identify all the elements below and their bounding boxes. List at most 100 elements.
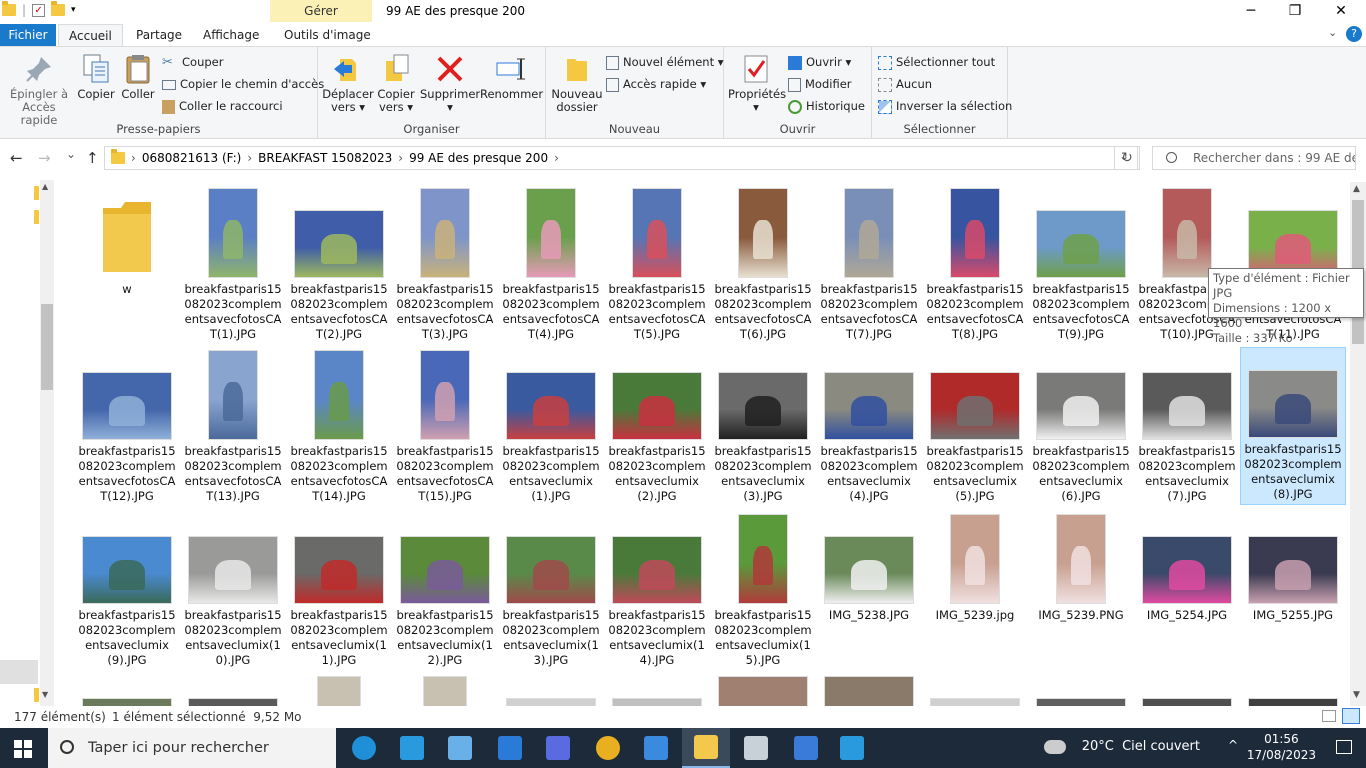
invert-selection-button[interactable]: Inverser la sélection <box>878 96 1012 116</box>
image-thumbnail-partial[interactable] <box>930 698 1020 706</box>
nav-pane-hscroll[interactable] <box>0 660 38 684</box>
select-none-button[interactable]: Aucun <box>878 74 932 94</box>
properties-icon[interactable]: ✓ <box>32 3 46 17</box>
folder-icon[interactable] <box>2 1 16 16</box>
image-thumbnail-partial[interactable] <box>82 698 172 706</box>
properties-button[interactable]: Propriétés ▾ <box>728 51 786 114</box>
tree-folder-icon[interactable] <box>34 210 39 224</box>
explorer-icon[interactable] <box>682 728 730 768</box>
file-item[interactable]: breakfastparis15082023complementsavecfot… <box>710 188 816 342</box>
address-bar[interactable]: › 0680821613 (F:) › BREAKFAST 15082023 ›… <box>104 146 1138 170</box>
file-item[interactable]: breakfastparis15082023complementsaveclum… <box>498 350 604 504</box>
file-item[interactable]: breakfastparis15082023complementsavecfot… <box>816 188 922 342</box>
scroll-down-icon[interactable]: ▼ <box>42 690 48 699</box>
files-icon[interactable] <box>436 728 484 768</box>
file-item[interactable]: breakfastparis15082023complementsaveclum… <box>710 350 816 504</box>
large-icons-view-icon[interactable] <box>1342 708 1360 724</box>
photos-icon[interactable] <box>782 728 830 768</box>
clock[interactable]: 01:56 17/08/2023 <box>1247 731 1316 763</box>
tab-affichage[interactable]: Affichage <box>193 24 269 46</box>
file-item[interactable]: IMG_5255.JPG <box>1240 514 1346 623</box>
file-item[interactable]: breakfastparis15082023complementsavecfot… <box>498 188 604 342</box>
photo-app-icon[interactable] <box>534 728 582 768</box>
image-thumbnail-partial[interactable] <box>317 676 361 706</box>
file-item[interactable]: breakfastparis15082023complementsaveclum… <box>498 514 604 668</box>
file-item[interactable]: breakfastparis15082023complementsavecfot… <box>180 188 286 342</box>
cortana-settings-icon[interactable] <box>388 728 436 768</box>
back-button[interactable]: ← <box>10 149 23 167</box>
paste-shortcut-button[interactable]: Coller le raccourci <box>162 96 283 116</box>
tab-partage[interactable]: Partage <box>126 24 192 46</box>
file-item[interactable]: IMG_5238.JPG <box>816 514 922 623</box>
pin-quick-access-button[interactable]: Épingler à Accès rapide <box>4 51 74 127</box>
breadcrumb-breakfast[interactable]: BREAKFAST 15082023 <box>258 147 392 169</box>
manage-context-tab[interactable]: Gérer <box>270 0 372 22</box>
image-thumbnail-partial[interactable] <box>824 676 914 706</box>
nav-pane-scroll-thumb[interactable] <box>41 304 53 390</box>
scroll-up-icon[interactable]: ▲ <box>42 182 48 191</box>
collapse-ribbon-icon[interactable]: ⌄ <box>1328 26 1337 39</box>
edit-button[interactable]: Modifier <box>788 74 852 94</box>
notepad-icon[interactable] <box>732 728 780 768</box>
weather-icon[interactable] <box>1044 740 1066 754</box>
nav-pane-scrollbar[interactable]: ▲ ▼ <box>40 180 54 706</box>
file-item[interactable]: breakfastparis15082023complementsavecfot… <box>922 188 1028 342</box>
rename-button[interactable]: Renommer <box>480 51 543 101</box>
file-item[interactable]: breakfastparis15082023complementsaveclum… <box>1134 350 1240 504</box>
image-thumbnail-partial[interactable] <box>423 676 467 706</box>
file-item[interactable]: breakfastparis15082023complementsaveclum… <box>604 350 710 504</box>
help-icon[interactable]: ? <box>1346 26 1362 42</box>
new-folder-button[interactable]: Nouveau dossier <box>550 51 604 114</box>
breadcrumb-current[interactable]: 99 AE des presque 200 <box>409 147 548 169</box>
file-item[interactable]: breakfastparis15082023complementsaveclum… <box>286 514 392 668</box>
image-thumbnail-partial[interactable] <box>612 698 702 706</box>
open-button[interactable]: Ouvrir ▾ <box>788 52 851 72</box>
image-thumbnail-partial[interactable] <box>1142 698 1232 706</box>
file-item[interactable]: breakfastparis15082023complementsaveclum… <box>922 350 1028 504</box>
easy-access-button[interactable]: Accès rapide ▾ <box>606 74 706 94</box>
image-thumbnail-partial[interactable] <box>188 698 278 706</box>
cut-button[interactable]: ✂ Couper <box>162 52 223 72</box>
tab-fichier[interactable]: Fichier <box>0 24 56 46</box>
file-item[interactable]: breakfastparis15082023complementsaveclum… <box>74 514 180 668</box>
file-item[interactable]: breakfastparis15082023complementsaveclum… <box>392 514 498 668</box>
file-item[interactable]: IMG_5254.JPG <box>1134 514 1240 623</box>
image-thumbnail-partial[interactable] <box>1036 698 1126 706</box>
refresh-button[interactable]: ↻ <box>1114 146 1140 170</box>
file-item[interactable]: breakfastparis15082023complementsaveclum… <box>710 514 816 668</box>
file-item[interactable]: breakfastparis15082023complementsavecfot… <box>286 188 392 342</box>
history-button[interactable]: Historique <box>788 96 865 116</box>
search-input[interactable]: Rechercher dans : 99 AE des ... <box>1152 146 1356 170</box>
copy-path-button[interactable]: Copier le chemin d'accès <box>162 74 324 94</box>
taskbar-search-input[interactable]: Taper ici pour rechercher <box>48 728 336 768</box>
move-to-button[interactable]: Déplacer vers ▾ <box>322 51 374 114</box>
minimize-button[interactable]: ─ <box>1228 0 1274 24</box>
new-item-button[interactable]: Nouvel élément ▾ <box>606 52 724 72</box>
file-item[interactable]: breakfastparis15082023complementsaveclum… <box>1240 347 1346 505</box>
copy-to-button[interactable]: Copier vers ▾ <box>374 51 418 114</box>
file-item[interactable]: breakfastparis15082023complementsaveclum… <box>604 514 710 668</box>
file-item[interactable]: breakfastparis15082023complementsaveclum… <box>816 350 922 504</box>
file-item[interactable]: breakfastparis15082023complementsavecfot… <box>392 350 498 504</box>
copy-button[interactable]: Copier <box>76 51 116 101</box>
file-item[interactable]: breakfastparis15082023complementsavecfot… <box>286 350 392 504</box>
up-button[interactable]: ↑ <box>86 149 99 167</box>
app-icon[interactable] <box>828 728 876 768</box>
file-item[interactable]: breakfastparis15082023complementsavecfot… <box>392 188 498 342</box>
file-list-scrollbar[interactable]: ▲ ▼ <box>1350 182 1366 706</box>
delete-button[interactable]: Supprimer ▾ <box>420 51 480 114</box>
notifications-icon[interactable] <box>1336 740 1352 754</box>
chevron-up-icon[interactable]: ^ <box>1228 738 1238 752</box>
store-icon[interactable] <box>632 728 680 768</box>
weather-text[interactable]: 20°C Ciel couvert <box>1082 739 1200 754</box>
file-item[interactable]: breakfastparis15082023complementsavecfot… <box>74 350 180 504</box>
edge-icon[interactable] <box>340 728 388 768</box>
tree-folder-icon[interactable] <box>34 688 39 702</box>
image-thumbnail-partial[interactable] <box>506 698 596 706</box>
file-item[interactable]: IMG_5239.PNG <box>1028 514 1134 623</box>
file-item[interactable]: breakfastparis15082023complementsavecfot… <box>604 188 710 342</box>
tab-accueil[interactable]: Accueil <box>58 24 123 47</box>
file-item[interactable]: breakfastparis15082023complementsavecfot… <box>1028 188 1134 342</box>
breadcrumb-drive[interactable]: 0680821613 (F:) <box>142 147 242 169</box>
image-thumbnail-partial[interactable] <box>1248 698 1338 706</box>
